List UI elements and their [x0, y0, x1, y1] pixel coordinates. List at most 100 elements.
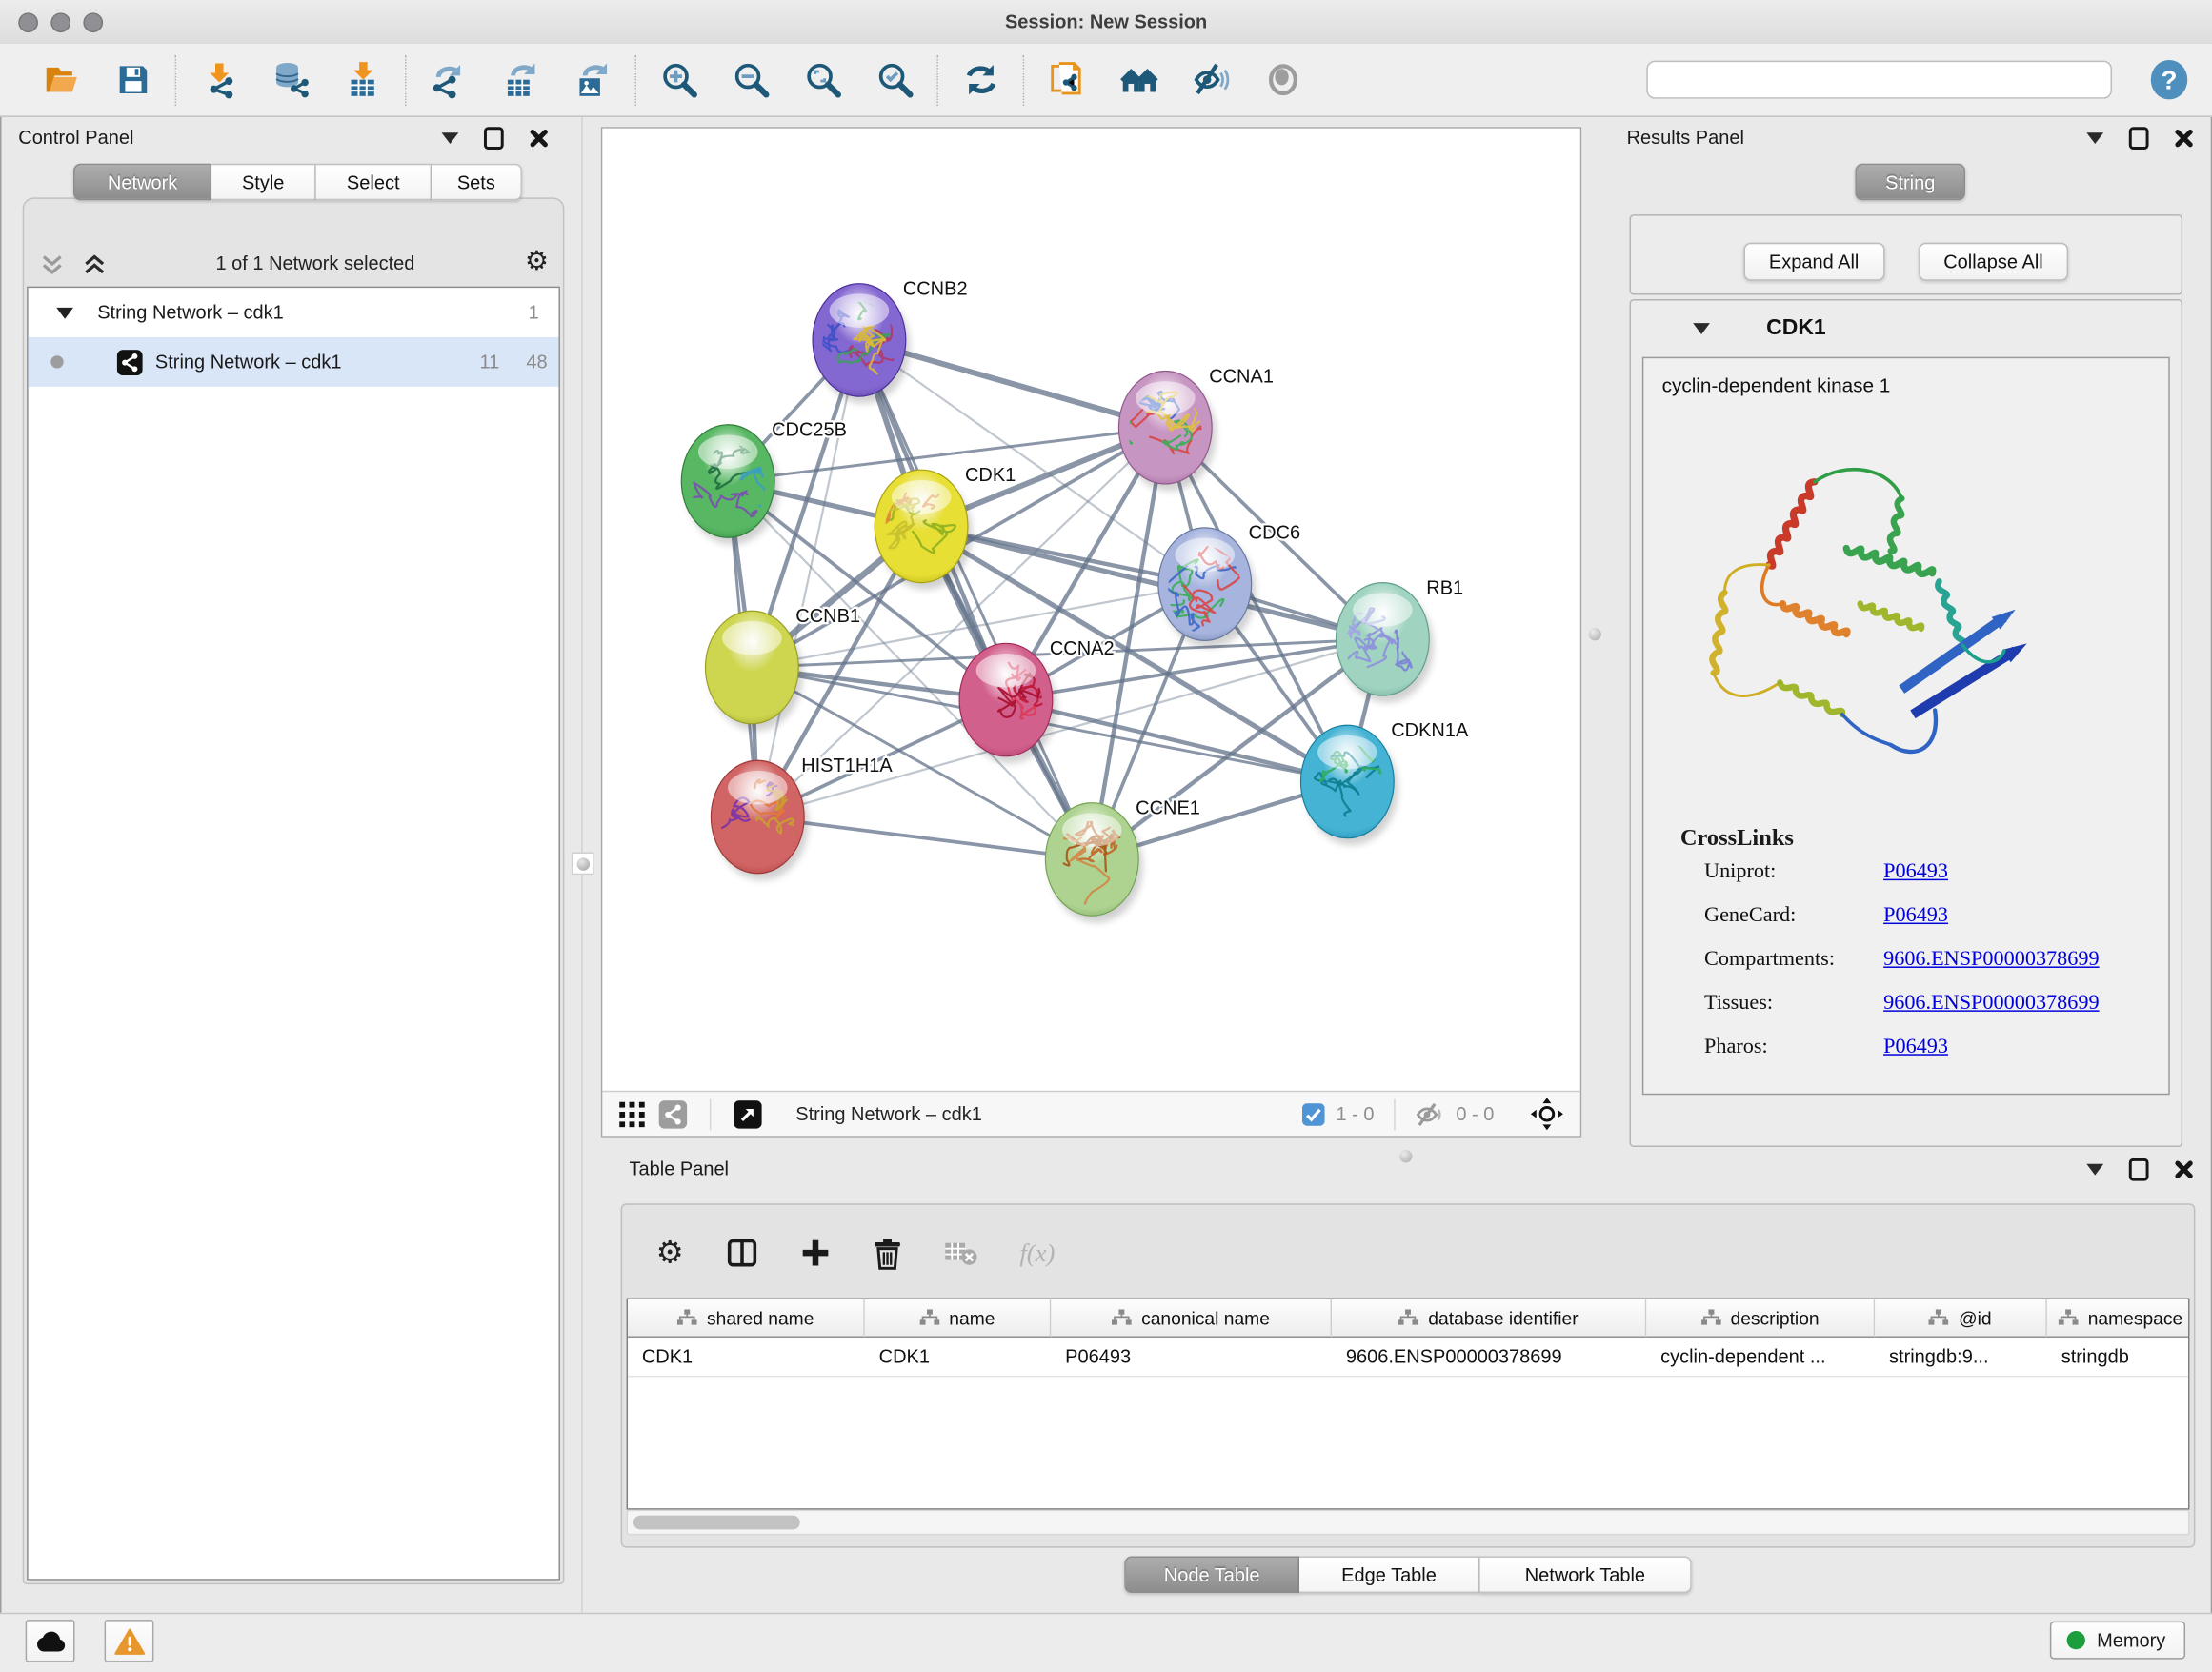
table-cell[interactable]: stringdb:9...	[1875, 1338, 2047, 1376]
table-cell[interactable]: CDK1	[865, 1338, 1051, 1376]
table-settings-gear-icon[interactable]: ⚙	[656, 1240, 684, 1266]
zoom-selected-icon[interactable]	[876, 61, 915, 99]
tab-sets[interactable]: Sets	[432, 164, 522, 201]
columns-icon[interactable]	[726, 1238, 757, 1269]
delete-icon[interactable]	[873, 1237, 901, 1269]
column-header[interactable]: @id	[1875, 1299, 2047, 1338]
network-row[interactable]: String Network – cdk1 11 48	[29, 337, 559, 387]
houses-icon[interactable]	[1120, 61, 1158, 99]
collapse-all-icon[interactable]	[41, 254, 64, 275]
network-edge[interactable]	[859, 340, 1092, 859]
import-table-icon[interactable]	[344, 61, 382, 99]
table-panel: Table Panel ⚙ f(x) shared name name c	[581, 1149, 2212, 1613]
cloud-button[interactable]	[26, 1620, 75, 1662]
tab-network-table[interactable]: Network Table	[1480, 1557, 1692, 1594]
function-builder-icon[interactable]: f(x)	[1019, 1239, 1055, 1268]
left-splitter-handle[interactable]	[572, 853, 594, 876]
hide-selected-eye-icon[interactable]	[1192, 61, 1230, 99]
control-panel: Control Panel Network Style Select Sets …	[0, 117, 567, 1613]
detach-view-icon[interactable]	[734, 1099, 762, 1128]
column-header[interactable]: description	[1646, 1299, 1875, 1338]
panel-close-icon[interactable]	[529, 128, 549, 148]
crosslink-value[interactable]: 9606.ENSP00000378699	[1883, 948, 2099, 972]
panel-float-icon[interactable]	[2129, 1158, 2149, 1180]
column-header[interactable]: namespace	[2047, 1299, 2190, 1338]
memory-button[interactable]: Memory	[2050, 1622, 2185, 1660]
open-file-icon[interactable]	[42, 61, 80, 99]
gene-entry-header[interactable]: CDK1	[1631, 300, 2182, 356]
table-cell[interactable]: 9606.ENSP00000378699	[1332, 1338, 1646, 1376]
tab-edge-table[interactable]: Edge Table	[1299, 1557, 1480, 1594]
import-network-database-icon[interactable]	[272, 61, 311, 99]
zoom-out-icon[interactable]	[733, 61, 771, 99]
table-cell[interactable]: cyclin-dependent ...	[1646, 1338, 1875, 1376]
export-network-icon[interactable]	[431, 61, 469, 99]
tab-node-table[interactable]: Node Table	[1124, 1557, 1299, 1594]
show-all-eye-icon[interactable]	[1264, 61, 1302, 99]
refresh-layout-icon[interactable]	[962, 61, 1000, 99]
panel-menu-icon[interactable]	[2086, 1163, 2103, 1175]
gear-icon[interactable]: ⚙	[525, 250, 549, 275]
selected-checkbox-icon[interactable]	[1302, 1102, 1325, 1125]
panel-float-icon[interactable]	[484, 127, 504, 150]
fit-selected-crosshair-icon[interactable]	[1531, 1098, 1563, 1130]
zoom-fit-icon[interactable]	[804, 61, 842, 99]
table-cell[interactable]: P06493	[1051, 1338, 1332, 1376]
right-splitter-handle[interactable]	[1589, 628, 1601, 640]
column-header[interactable]: database identifier	[1332, 1299, 1646, 1338]
network-collection-row[interactable]: String Network – cdk1 1	[29, 288, 559, 337]
collapse-all-button[interactable]: Collapse All	[1919, 243, 2069, 281]
network-node[interactable]: CDK1	[870, 433, 1016, 590]
add-column-icon[interactable]	[799, 1238, 831, 1269]
network-node[interactable]: CCNA1	[1108, 366, 1274, 491]
tab-style[interactable]: Style	[211, 164, 316, 201]
network-node[interactable]: HIST1H1A	[711, 752, 893, 880]
import-network-file-icon[interactable]	[200, 61, 238, 99]
collection-expander-icon[interactable]	[56, 307, 73, 318]
network-node[interactable]: CDKN1A	[1300, 720, 1469, 845]
horizontal-scrollbar[interactable]	[627, 1510, 2190, 1536]
table-cell[interactable]: CDK1	[628, 1338, 865, 1376]
tab-select[interactable]: Select	[316, 164, 432, 201]
hidden-eye-icon[interactable]	[1415, 1101, 1444, 1127]
crosslink-value[interactable]: P06493	[1883, 1036, 1948, 1059]
expand-all-icon[interactable]	[83, 254, 106, 275]
panel-menu-icon[interactable]	[442, 131, 459, 143]
network-canvas[interactable]: CCNB2CCNA1CDC25BCDK1CDC6RB1CCNB1CCNA2CDK…	[602, 129, 1579, 1091]
view-grid-icon[interactable]	[619, 1101, 645, 1127]
column-header[interactable]: shared name	[628, 1299, 865, 1338]
warning-button[interactable]	[105, 1620, 154, 1662]
tab-network[interactable]: Network	[73, 164, 211, 201]
network-edge[interactable]	[921, 526, 1382, 638]
panel-float-icon[interactable]	[2129, 127, 2149, 150]
help-icon[interactable]: ?	[2149, 59, 2190, 100]
zoom-in-icon[interactable]	[660, 61, 698, 99]
column-header[interactable]: canonical name	[1051, 1299, 1332, 1338]
network-node[interactable]: CCNB2	[807, 279, 968, 404]
crosslink-value[interactable]: 9606.ENSP00000378699	[1883, 992, 2099, 1016]
expand-all-button[interactable]: Expand All	[1743, 243, 1884, 281]
network-node-label: CCNB2	[903, 279, 968, 300]
table-cell[interactable]: stringdb	[2047, 1338, 2190, 1376]
search-input[interactable]	[1646, 61, 2112, 99]
panel-close-icon[interactable]	[2174, 128, 2194, 148]
panel-menu-icon[interactable]	[2086, 131, 2103, 143]
panel-close-icon[interactable]	[2174, 1159, 2194, 1179]
scrollbar-thumb[interactable]	[633, 1516, 800, 1530]
delete-table-icon[interactable]	[943, 1239, 977, 1267]
table-row[interactable]: CDK1 CDK1 P06493 9606.ENSP00000378699 cy…	[628, 1338, 2188, 1377]
network-edge[interactable]	[757, 340, 859, 817]
network-node[interactable]: CDC6	[1158, 523, 1300, 648]
crosslink-value[interactable]: P06493	[1883, 904, 1948, 928]
save-session-icon[interactable]	[114, 61, 152, 99]
view-network-icon[interactable]	[659, 1099, 688, 1128]
clone-network-icon[interactable]	[1048, 61, 1086, 99]
entry-expander-icon[interactable]	[1693, 323, 1710, 334]
crosslink-value[interactable]: P06493	[1883, 860, 1948, 884]
network-node[interactable]: CCNB1	[705, 606, 860, 731]
export-table-icon[interactable]	[502, 61, 540, 99]
network-node-label: CCNA1	[1209, 366, 1274, 387]
column-header[interactable]: name	[865, 1299, 1051, 1338]
tab-string[interactable]: String	[1855, 164, 1965, 201]
export-image-icon[interactable]	[574, 61, 613, 99]
